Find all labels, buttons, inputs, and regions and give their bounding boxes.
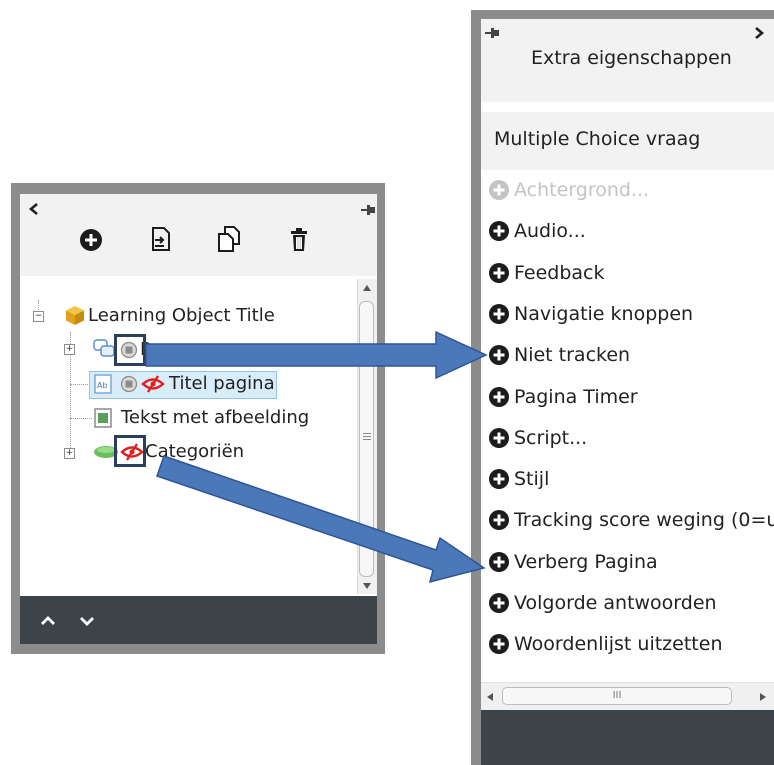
property-item[interactable]: Verberg Pagina [488, 549, 658, 575]
plus-circle-icon [489, 263, 509, 283]
tree-footer [20, 596, 377, 644]
tree-item-label[interactable]: Tekst met afbeelding [121, 406, 309, 430]
property-item-label: Verberg Pagina [514, 551, 658, 573]
properties-header: Extra eigenschappen [481, 19, 774, 102]
scroll-up-arrow-icon[interactable] [362, 284, 372, 292]
property-item[interactable]: Volgorde antwoorden [488, 590, 717, 616]
property-item[interactable]: Feedback [488, 260, 604, 286]
property-item[interactable]: Audio... [488, 218, 586, 244]
page-tree-toolbar [20, 194, 377, 276]
property-item-label: Audio... [514, 220, 586, 242]
property-item-label: Volgorde antwoorden [514, 592, 717, 614]
tree-collapse-toggle[interactable]: − [33, 311, 44, 322]
property-item-label: Pagina Timer [514, 386, 638, 408]
property-item[interactable]: Pagina Timer [488, 384, 638, 410]
scroll-left-arrow-icon[interactable] [486, 692, 494, 702]
section-title: Multiple Choice vraag [494, 128, 701, 150]
plus-circle-icon [489, 304, 509, 324]
tree-expand-toggle[interactable]: + [64, 448, 75, 459]
text-image-icon [94, 408, 112, 428]
delete-button[interactable] [284, 225, 314, 255]
trash-icon [291, 228, 307, 251]
plus-circle-icon [489, 221, 509, 241]
pin-icon[interactable] [361, 204, 375, 216]
tree-root-label[interactable]: Learning Object Title [88, 304, 275, 328]
property-item[interactable]: Navigatie knoppen [488, 301, 693, 327]
plus-circle-icon [489, 469, 509, 489]
property-item-label: Stijl [514, 468, 550, 490]
import-page-icon [152, 227, 170, 251]
highlight-box-hidden [114, 435, 146, 467]
property-item[interactable]: Script... [488, 425, 587, 451]
plus-circle-icon [489, 634, 509, 654]
plus-circle-icon [489, 552, 509, 572]
property-item-label: Feedback [514, 262, 605, 284]
learning-object-icon [66, 306, 84, 325]
plus-circle-icon [489, 387, 509, 407]
property-item-label: Navigatie knoppen [514, 303, 694, 325]
property-item-label: Achtergrond... [514, 179, 650, 201]
hidden-eye-icon[interactable] [141, 375, 165, 393]
scroll-grip-icon [363, 433, 371, 440]
plus-circle-icon [489, 428, 509, 448]
property-item[interactable]: Niet tracken [488, 342, 630, 368]
property-item-label: Tracking score weging (0=uit [514, 509, 774, 531]
property-item-label: Script... [514, 427, 588, 449]
properties-section-header: Multiple Choice vraag [481, 112, 774, 170]
scroll-right-arrow-icon[interactable] [759, 692, 767, 702]
plus-circle-icon [80, 229, 102, 251]
property-item: Achtergrond... [488, 177, 649, 203]
svg-text:Ab: Ab [97, 381, 108, 390]
tree-connector [70, 418, 92, 419]
property-item[interactable]: Tracking score weging (0=uit [488, 507, 774, 533]
plus-circle-icon [489, 593, 509, 613]
plus-circle-icon [489, 180, 509, 200]
hscrollbar-thumb[interactable]: III [502, 687, 732, 705]
properties-title: Extra eigenschappen [531, 47, 732, 69]
property-item[interactable]: Stijl [488, 466, 549, 492]
tree-expand-toggle[interactable]: + [64, 344, 75, 355]
property-item-label: Niet tracken [514, 344, 631, 366]
tree-item-label[interactable]: Categoriën [145, 440, 244, 464]
highlight-box-tracking [114, 334, 146, 366]
pin-icon[interactable] [485, 27, 499, 39]
property-item[interactable]: Woordenlijst uitzetten [488, 631, 722, 657]
scroll-down-arrow-icon[interactable] [362, 582, 372, 590]
chevron-left-icon[interactable] [28, 202, 40, 216]
duplicate-button[interactable] [214, 224, 244, 254]
chevron-down-icon[interactable] [79, 615, 95, 627]
chevron-right-icon[interactable] [753, 26, 765, 40]
property-item-label: Woordenlijst uitzetten [514, 633, 723, 655]
plus-circle-icon [489, 510, 509, 530]
tracking-off-icon[interactable] [120, 375, 138, 393]
add-page-button[interactable] [76, 225, 106, 255]
chevron-up-icon[interactable] [40, 615, 56, 627]
tree-item-label[interactable]: Titel pagina [169, 372, 275, 396]
plus-circle-icon [489, 345, 509, 365]
duplicate-icon [218, 226, 240, 252]
text-page-icon: Ab [94, 374, 112, 394]
import-button[interactable] [145, 224, 175, 254]
properties-footer [481, 710, 774, 765]
